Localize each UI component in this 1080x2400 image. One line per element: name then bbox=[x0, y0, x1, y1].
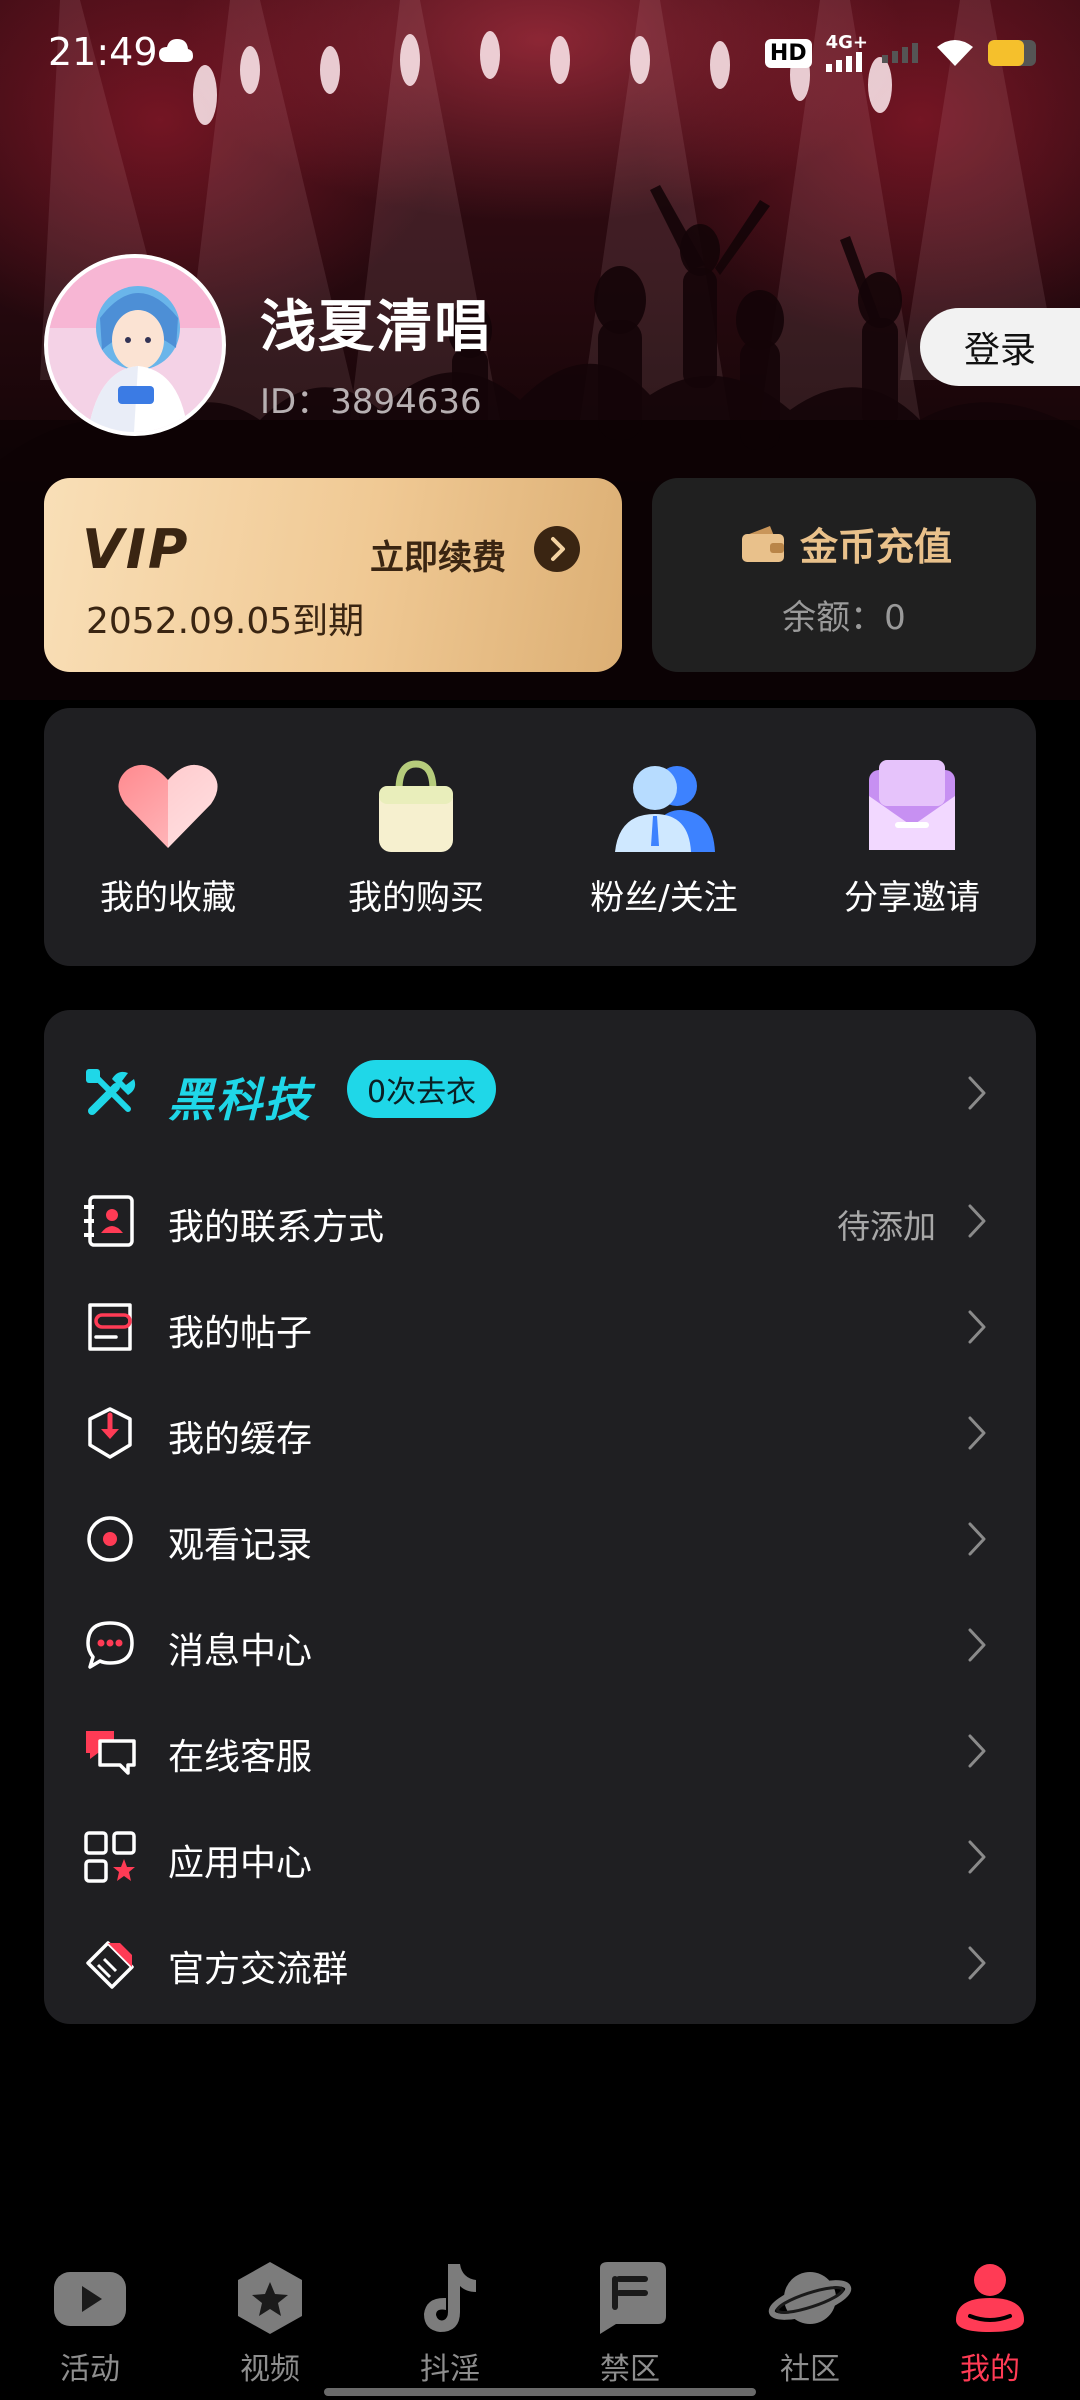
tab-video[interactable]: 视频 bbox=[180, 2240, 360, 2400]
app-grid-icon bbox=[84, 1831, 136, 1883]
tab-label: 抖淫 bbox=[420, 2352, 480, 2387]
menu-item-label: 在线客服 bbox=[168, 1737, 313, 1778]
chevron-right-icon bbox=[968, 1840, 986, 1874]
chevron-right-icon bbox=[968, 1076, 986, 1110]
quick-followers-label: 粉丝/关注 bbox=[590, 878, 738, 918]
tab-forbidden[interactable]: 禁区 bbox=[540, 2240, 720, 2400]
star-hexagon-icon bbox=[238, 2262, 302, 2334]
wallet-icon bbox=[742, 525, 784, 562]
menu-item-label: 我的联系方式 bbox=[168, 1207, 385, 1248]
group-icon bbox=[86, 1941, 134, 1989]
envelope-icon bbox=[869, 760, 955, 850]
book-icon bbox=[600, 2262, 666, 2334]
signal-bars-icon bbox=[825, 52, 862, 72]
battery-fill bbox=[988, 40, 1024, 66]
tools-icon bbox=[86, 1069, 136, 1115]
tab-label: 禁区 bbox=[600, 2352, 660, 2387]
vip-card[interactable]: VIP 立即续费 2052.09.05到期 bbox=[44, 478, 622, 672]
planet-icon bbox=[768, 2272, 852, 2324]
menu-item-group[interactable]: 官方交流群 bbox=[44, 1910, 1036, 2016]
black-tech-row[interactable]: 黑科技 0次去衣 bbox=[44, 1040, 1036, 1146]
coin-balance: 余额：0 bbox=[782, 598, 906, 638]
tab-label: 活动 bbox=[60, 2352, 120, 2387]
menu-item-apps[interactable]: 应用中心 bbox=[44, 1804, 1036, 1910]
coin-recharge-card[interactable]: 金币充值 余额：0 bbox=[652, 478, 1036, 672]
menu-item-messages[interactable]: 消息中心 bbox=[44, 1592, 1036, 1698]
tab-label: 社区 bbox=[780, 2352, 840, 2387]
menu-item-posts[interactable]: 我的帖子 bbox=[44, 1274, 1036, 1380]
play-icon bbox=[54, 2272, 126, 2326]
chevron-right-icon bbox=[968, 1522, 986, 1556]
music-note-icon bbox=[424, 2264, 476, 2332]
cloud-icon bbox=[159, 39, 193, 62]
download-cache-icon bbox=[88, 1407, 132, 1459]
status-indicators: HD 4G+ bbox=[764, 32, 1036, 72]
message-icon bbox=[86, 1621, 134, 1669]
black-tech-title: 黑科技 bbox=[168, 1073, 312, 1127]
quick-invite[interactable]: 分享邀请 bbox=[788, 708, 1036, 966]
hd-badge: HD bbox=[764, 38, 812, 68]
person-icon bbox=[956, 2264, 1024, 2332]
tab-activity[interactable]: 活动 bbox=[0, 2240, 180, 2400]
coin-title: 金币充值 bbox=[800, 525, 953, 569]
chevron-right-icon bbox=[968, 1946, 986, 1980]
tab-community[interactable]: 社区 bbox=[720, 2240, 900, 2400]
home-indicator[interactable] bbox=[324, 2388, 756, 2396]
quick-actions: 我的收藏 我的购买 粉丝/关注 分享邀请 bbox=[44, 708, 1036, 966]
tab-label: 我的 bbox=[960, 2352, 1020, 2387]
login-button[interactable]: 登录 bbox=[920, 308, 1080, 386]
network-type: 4G+ bbox=[825, 32, 868, 53]
menu-item-support[interactable]: 在线客服 bbox=[44, 1698, 1036, 1804]
quick-invite-label: 分享邀请 bbox=[844, 878, 980, 918]
post-icon bbox=[88, 1303, 132, 1351]
battery-indicator bbox=[988, 40, 1036, 66]
menu-item-label: 消息中心 bbox=[168, 1631, 313, 1672]
vip-expire-date: 2052.09.05到期 bbox=[86, 601, 365, 642]
chevron-right-icon bbox=[968, 1310, 986, 1344]
menu-item-label: 我的帖子 bbox=[168, 1313, 313, 1354]
menu-item-label: 官方交流群 bbox=[168, 1949, 349, 1990]
username: 浅夏清唱 bbox=[260, 295, 492, 360]
status-time: 21:49 bbox=[48, 30, 158, 74]
chevron-right-icon[interactable] bbox=[534, 526, 580, 572]
avatar-illustration bbox=[48, 258, 222, 432]
signal-bars-empty-icon bbox=[882, 43, 918, 63]
wifi-icon bbox=[937, 40, 973, 66]
chevron-right-icon bbox=[968, 1204, 986, 1238]
chevron-right-icon bbox=[968, 1734, 986, 1768]
heart-icon bbox=[118, 764, 218, 848]
menu-item-cache[interactable]: 我的缓存 bbox=[44, 1380, 1036, 1486]
history-icon bbox=[87, 1516, 133, 1562]
chevron-right-icon bbox=[968, 1416, 986, 1450]
tab-label: 视频 bbox=[240, 2352, 300, 2387]
menu-list: 黑科技 0次去衣 我的联系方式 待添加 我的帖子 我的缓存 观看记录 消息中心 … bbox=[44, 1010, 1036, 2024]
quick-purchases[interactable]: 我的购买 bbox=[292, 708, 540, 966]
menu-item-contact[interactable]: 我的联系方式 待添加 bbox=[44, 1168, 1036, 1274]
menu-item-label: 我的缓存 bbox=[168, 1419, 313, 1460]
quick-favorites[interactable]: 我的收藏 bbox=[44, 708, 292, 966]
user-id: ID：3894636 bbox=[260, 382, 482, 422]
vip-renew-link[interactable]: 立即续费 bbox=[370, 530, 506, 579]
black-tech-badge[interactable]: 0次去衣 bbox=[347, 1060, 497, 1118]
users-icon bbox=[615, 766, 715, 852]
bottom-navigation: 活动 视频 抖淫 禁区 社区 我的 bbox=[0, 2240, 1080, 2400]
chevron-right-icon bbox=[968, 1628, 986, 1662]
chat-support-icon bbox=[86, 1731, 136, 1775]
coin-title-row: 金币充值 bbox=[740, 516, 952, 571]
shopping-bag-icon bbox=[379, 760, 453, 852]
quick-followers[interactable]: 粉丝/关注 bbox=[540, 708, 788, 966]
menu-item-label: 应用中心 bbox=[168, 1843, 313, 1884]
menu-item-label: 观看记录 bbox=[168, 1525, 313, 1566]
status-bar: 21:49 HD 4G+ bbox=[0, 0, 1080, 110]
quick-favorites-label: 我的收藏 bbox=[100, 878, 236, 918]
tab-douyin[interactable]: 抖淫 bbox=[360, 2240, 540, 2400]
contact-book-icon bbox=[84, 1195, 134, 1247]
tab-mine[interactable]: 我的 bbox=[900, 2240, 1080, 2400]
vip-logo: VIP bbox=[82, 518, 190, 581]
menu-item-history[interactable]: 观看记录 bbox=[44, 1486, 1036, 1592]
cell-signal: 4G+ bbox=[825, 32, 868, 72]
avatar[interactable] bbox=[44, 254, 226, 436]
quick-purchases-label: 我的购买 bbox=[348, 878, 484, 918]
menu-item-value: 待添加 bbox=[837, 1207, 936, 1246]
